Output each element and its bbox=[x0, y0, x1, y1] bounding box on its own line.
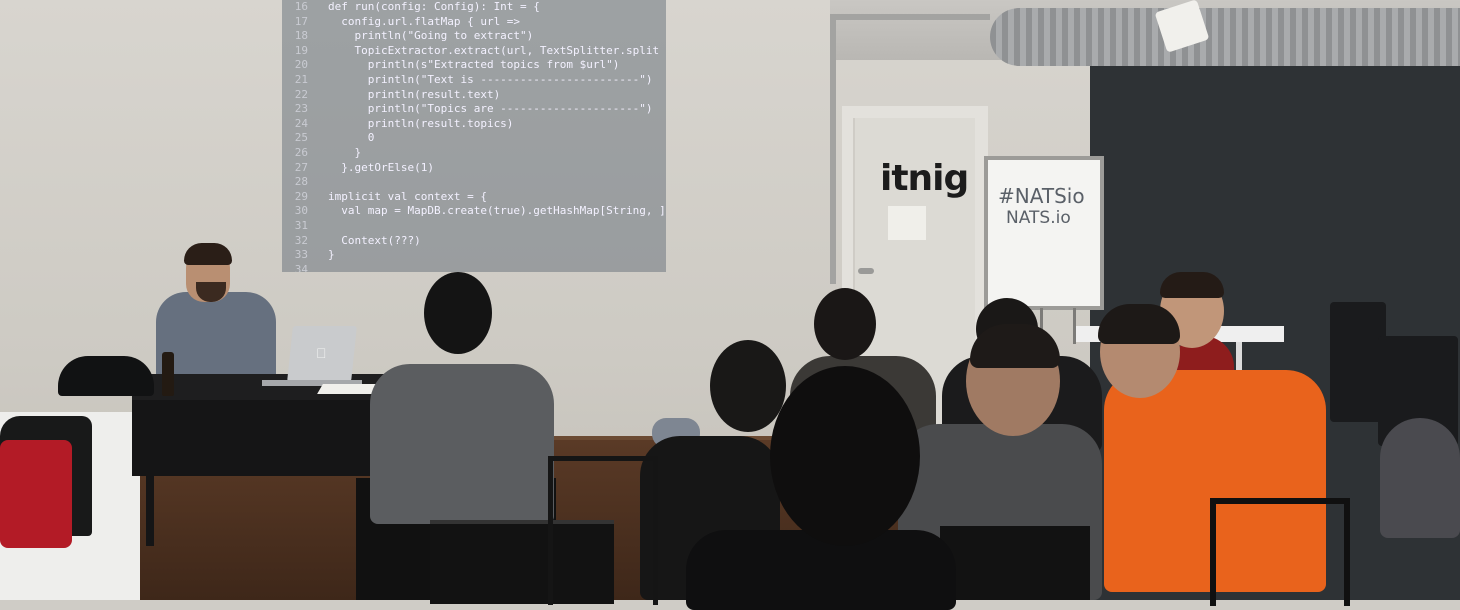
line-number: 17 bbox=[294, 14, 308, 28]
pipe-vertical bbox=[830, 14, 836, 284]
line-number: 24 bbox=[294, 116, 308, 130]
audience-member-hair bbox=[1098, 304, 1180, 344]
code-line: 34 bbox=[282, 263, 666, 272]
line-number: 21 bbox=[294, 72, 308, 86]
audience-member-hair bbox=[1160, 272, 1224, 298]
code-line: 19 TopicExtractor.extract(url, TextSplit… bbox=[282, 44, 666, 59]
code-text: println("Topics are --------------------… bbox=[328, 102, 653, 116]
whiteboard-hashtag: #NATSio bbox=[998, 184, 1085, 208]
code-text: val map = MapDB.create(true).getHashMap[… bbox=[328, 204, 666, 218]
code-line: 22 println(result.text) bbox=[282, 88, 666, 103]
presenter-desk-front bbox=[132, 400, 370, 476]
code-text: implicit val context = { bbox=[328, 189, 487, 203]
ventilation-duct bbox=[990, 8, 1460, 66]
code-line: 27 }.getOrElse(1) bbox=[282, 161, 666, 176]
audience-member-body bbox=[370, 364, 554, 524]
code-text: } bbox=[328, 145, 362, 159]
code-text: println(result.text) bbox=[328, 87, 501, 101]
line-number: 34 bbox=[294, 262, 308, 272]
desk-leg bbox=[146, 476, 154, 546]
code-line: 29 implicit val context = { bbox=[282, 190, 666, 205]
line-number: 16 bbox=[294, 0, 308, 13]
line-number: 33 bbox=[294, 248, 308, 262]
code-line: 28 bbox=[282, 175, 666, 190]
code-text: println(s"Extracted topics from $url") bbox=[328, 58, 620, 72]
door-note bbox=[888, 206, 926, 240]
code-line: 32 Context(???) bbox=[282, 234, 666, 249]
door-logo: itnig bbox=[880, 158, 969, 199]
code-line: 33} bbox=[282, 248, 666, 263]
apple-logo-icon:  bbox=[316, 345, 327, 361]
code-text: config.url.flatMap { url => bbox=[328, 14, 521, 28]
code-line: 21 println("Text is --------------------… bbox=[282, 73, 666, 88]
code-line: 18 println("Going to extract") bbox=[282, 29, 666, 44]
code-text: def run(config: Config): Int = { bbox=[328, 0, 540, 13]
code-line: 30 val map = MapDB.create(true).getHashM… bbox=[282, 204, 666, 219]
code-line: 25 0 bbox=[282, 131, 666, 146]
line-number: 27 bbox=[294, 160, 308, 174]
pipe-horizontal bbox=[830, 14, 990, 20]
audience-member-body bbox=[686, 530, 956, 610]
chair bbox=[1210, 498, 1350, 606]
chair bbox=[548, 456, 658, 605]
audience-member-head bbox=[770, 366, 920, 546]
code-text: println("Going to extract") bbox=[328, 29, 534, 43]
code-text: } bbox=[328, 248, 335, 262]
line-number: 28 bbox=[294, 175, 308, 189]
jacket-on-desk bbox=[58, 356, 154, 396]
code-text: println("Text is -----------------------… bbox=[328, 72, 653, 86]
beer-bottle bbox=[162, 352, 174, 396]
line-number: 25 bbox=[294, 131, 308, 145]
chair bbox=[940, 526, 1090, 600]
line-number: 22 bbox=[294, 87, 308, 101]
audience-member-head bbox=[424, 272, 492, 354]
code-line: 17 config.url.flatMap { url => bbox=[282, 15, 666, 30]
line-number: 20 bbox=[294, 58, 308, 72]
audience-member-head bbox=[710, 340, 786, 432]
line-number: 29 bbox=[294, 189, 308, 203]
code-line: 26 } bbox=[282, 146, 666, 161]
audience-member-head bbox=[814, 288, 876, 360]
projected-code-slide: 16 def run(config: Config): Int = { 17 con… bbox=[282, 0, 666, 272]
code-text: }.getOrElse(1) bbox=[328, 160, 434, 174]
red-bag bbox=[0, 440, 72, 548]
code-line: 31 bbox=[282, 219, 666, 234]
line-number: 18 bbox=[294, 29, 308, 43]
line-number: 23 bbox=[294, 102, 308, 116]
code-line: 16 def run(config: Config): Int = { bbox=[282, 0, 666, 15]
code-line: 24 println(result.topics) bbox=[282, 117, 666, 132]
code-line: 23 println("Topics are -----------------… bbox=[282, 102, 666, 117]
line-number: 32 bbox=[294, 233, 308, 247]
whiteboard-title: NATS.io bbox=[1006, 208, 1071, 228]
code-text: println(result.topics) bbox=[328, 116, 514, 130]
code-text: TopicExtractor.extract(url, TextSplitter… bbox=[328, 43, 660, 57]
code-line: 20 println(s"Extracted topics from $url"… bbox=[282, 58, 666, 73]
presenter-hair bbox=[184, 243, 232, 265]
line-number: 26 bbox=[294, 145, 308, 159]
line-number: 19 bbox=[294, 43, 308, 57]
whiteboard bbox=[988, 160, 1100, 306]
audience-member-body bbox=[1380, 418, 1460, 538]
line-number: 30 bbox=[294, 204, 308, 218]
door-handle bbox=[858, 268, 874, 274]
code-text: Context(???) bbox=[328, 233, 421, 247]
code-text: 0 bbox=[328, 131, 375, 145]
line-number: 31 bbox=[294, 218, 308, 232]
